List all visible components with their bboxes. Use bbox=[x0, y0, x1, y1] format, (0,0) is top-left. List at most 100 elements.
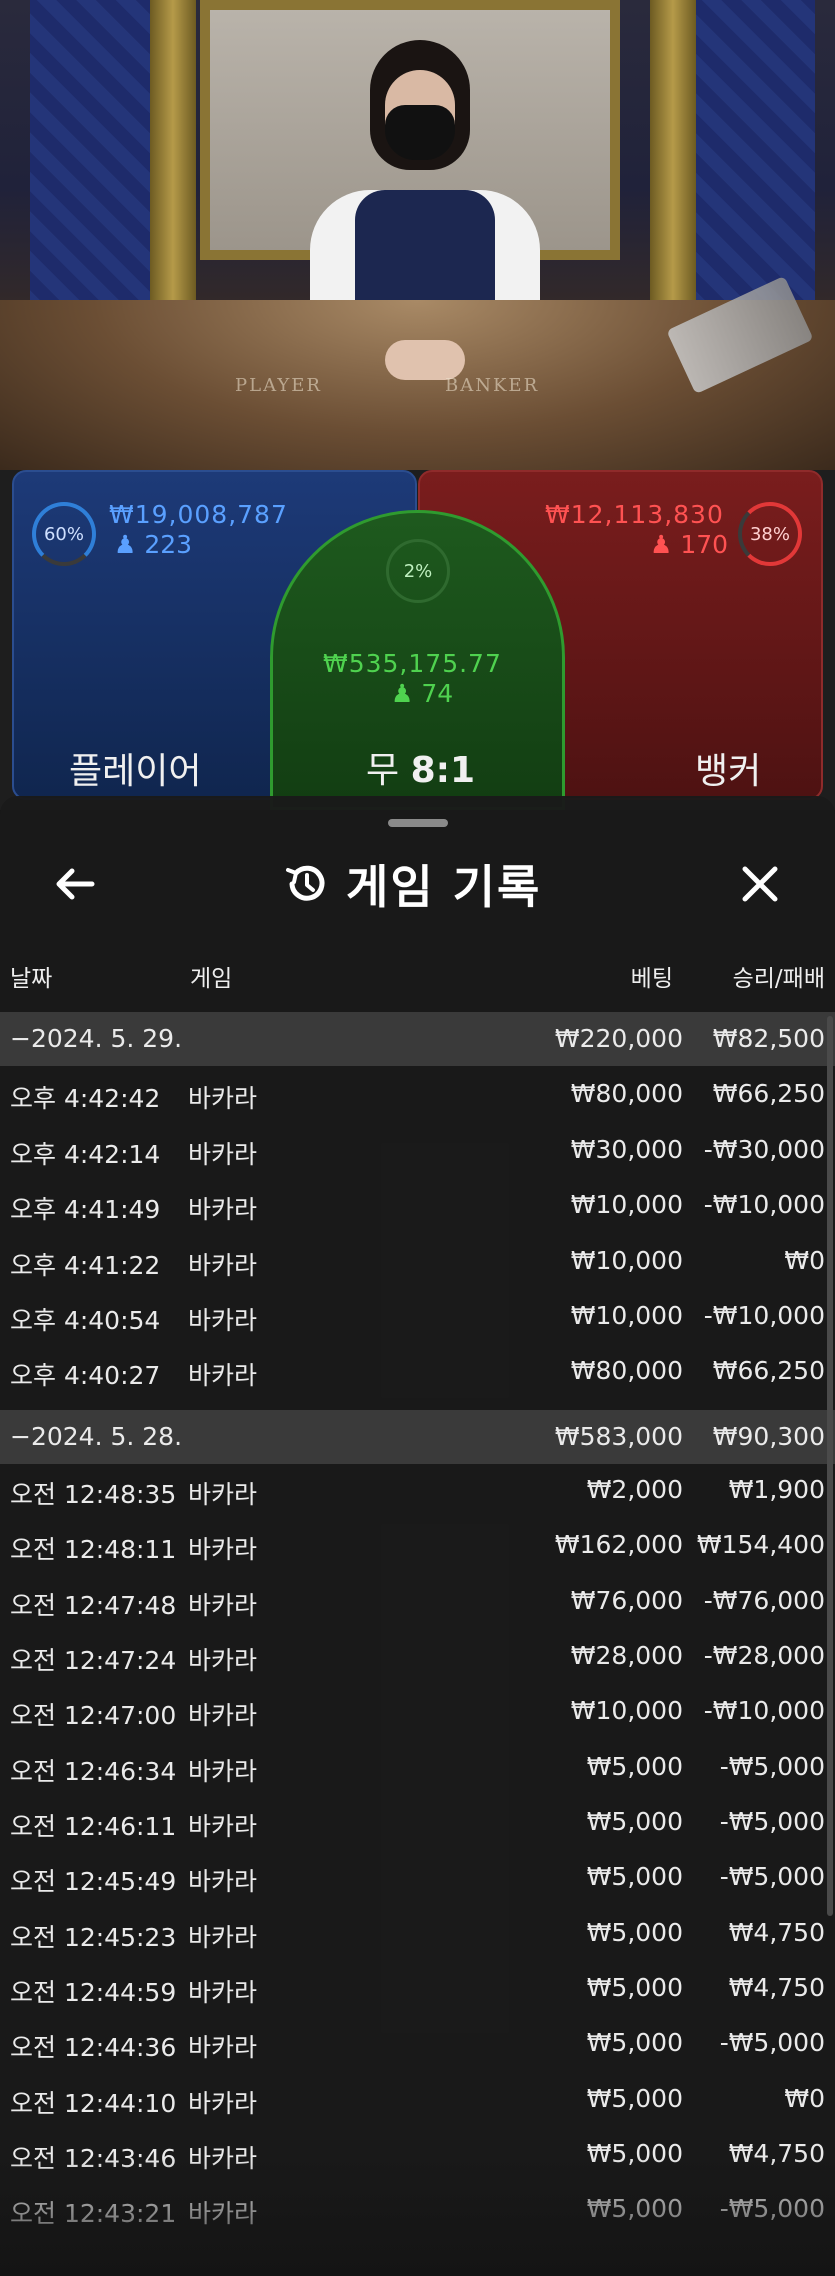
row-bet: ₩80,000 bbox=[570, 1356, 683, 1385]
player-count-value: 223 bbox=[144, 530, 193, 559]
row-winloss: -₩5,000 bbox=[719, 2028, 825, 2057]
tie-payout: 8:1 bbox=[410, 750, 476, 791]
row-bet: ₩80,000 bbox=[570, 1079, 683, 1108]
row-bet: ₩30,000 bbox=[570, 1135, 683, 1164]
table-row[interactable]: 오전 12:47:24 바카라 ₩28,000 -₩28,000 bbox=[0, 1629, 835, 1683]
bet-spot-tie[interactable]: 2% ₩535,175.77 ♟ 74 무 8:1 bbox=[270, 510, 565, 810]
row-time: 오전 12:44:36 bbox=[10, 2033, 177, 2062]
table-row[interactable]: 오후 4:42:42 바카라 ₩80,000 ₩66,250 bbox=[0, 1067, 835, 1121]
row-time: 오전 12:46:34 bbox=[10, 1757, 177, 1786]
tie-count-value: 74 bbox=[421, 679, 454, 708]
banker-bet-amount: ₩12,113,830 bbox=[545, 500, 724, 529]
table-row[interactable]: 오전 12:48:35 바카라 ₩2,000 ₩1,900 bbox=[0, 1463, 835, 1517]
row-game: 바카라 bbox=[188, 1535, 258, 1564]
user-icon: ♟ bbox=[650, 530, 673, 559]
row-game: 바카라 bbox=[188, 1701, 258, 1730]
row-winloss: -₩10,000 bbox=[703, 1696, 825, 1725]
player-percent: 60% bbox=[43, 523, 84, 545]
column-date: 날짜 bbox=[10, 966, 53, 992]
row-bet: ₩10,000 bbox=[570, 1696, 683, 1725]
game-history-sheet: 게임 기록 날짜 게임 베팅 승리/패배 −2024. 5. 29. ₩220,0… bbox=[0, 796, 835, 2276]
tie-percent-ring: 2% bbox=[386, 539, 450, 603]
row-game: 바카라 bbox=[188, 1812, 258, 1841]
row-bet: ₩10,000 bbox=[570, 1301, 683, 1330]
table-row[interactable]: 오후 4:41:22 바카라 ₩10,000 ₩0 bbox=[0, 1234, 835, 1288]
row-bet: ₩5,000 bbox=[586, 2084, 683, 2113]
back-button[interactable] bbox=[50, 859, 100, 909]
row-winloss: -₩30,000 bbox=[703, 1135, 825, 1164]
table-label-player: PLAYER bbox=[235, 375, 322, 396]
date-group-row[interactable]: −2024. 5. 29. ₩220,000 ₩82,500 bbox=[0, 1012, 835, 1066]
row-game: 바카라 bbox=[188, 1591, 258, 1620]
row-game: 바카라 bbox=[188, 1978, 258, 2007]
row-winloss: ₩66,250 bbox=[712, 1356, 825, 1385]
row-game: 바카라 bbox=[188, 1084, 258, 1113]
row-time: 오전 12:44:10 bbox=[10, 2089, 177, 2118]
row-time: 오후 4:40:54 bbox=[10, 1306, 161, 1335]
row-time: −2024. 5. 28. bbox=[10, 1422, 183, 1451]
row-bet: ₩5,000 bbox=[586, 1973, 683, 2002]
row-time: 오전 12:47:24 bbox=[10, 1646, 177, 1675]
table-row[interactable]: 오후 4:41:49 바카라 ₩10,000 -₩10,000 bbox=[0, 1178, 835, 1232]
sheet-drag-handle[interactable] bbox=[388, 819, 448, 827]
row-bet: ₩5,000 bbox=[586, 2028, 683, 2057]
banker-bettor-count: ♟ 170 bbox=[650, 530, 728, 559]
date-group-row[interactable]: −2024. 5. 28. ₩583,000 ₩90,300 bbox=[0, 1410, 835, 1464]
row-bet: ₩220,000 bbox=[554, 1024, 683, 1053]
table-row[interactable]: 오전 12:47:00 바카라 ₩10,000 -₩10,000 bbox=[0, 1684, 835, 1738]
table-row[interactable]: 오후 4:42:14 바카라 ₩30,000 -₩30,000 bbox=[0, 1123, 835, 1177]
player-bet-amount: ₩19,008,787 bbox=[109, 500, 288, 529]
tie-label-text: 무 bbox=[366, 750, 400, 791]
table-row[interactable]: 오전 12:44:10 바카라 ₩5,000 ₩0 bbox=[0, 2072, 835, 2126]
table-header: 날짜 게임 베팅 승리/패배 bbox=[0, 959, 835, 995]
table-row[interactable]: 오전 12:45:23 바카라 ₩5,000 ₩4,750 bbox=[0, 1906, 835, 1960]
studio-pillar-left bbox=[150, 0, 196, 300]
row-game: 바카라 bbox=[188, 1480, 258, 1509]
row-winloss: ₩154,400 bbox=[696, 1530, 825, 1559]
row-winloss: ₩90,300 bbox=[712, 1422, 825, 1451]
row-game: 바카라 bbox=[188, 1757, 258, 1786]
betting-area: 60% ₩19,008,787 ♟ 223 플레이어 ₩12,113,830 ♟… bbox=[0, 470, 835, 810]
table-row[interactable]: 오전 12:44:59 바카라 ₩5,000 ₩4,750 bbox=[0, 1961, 835, 2015]
table-row[interactable]: 오전 12:46:11 바카라 ₩5,000 -₩5,000 bbox=[0, 1795, 835, 1849]
row-game: 바카라 bbox=[188, 1251, 258, 1280]
user-icon: ♟ bbox=[114, 530, 137, 559]
user-icon: ♟ bbox=[391, 679, 414, 708]
row-game: 바카라 bbox=[188, 1361, 258, 1390]
row-winloss: ₩4,750 bbox=[728, 1918, 825, 1947]
dealer-mask bbox=[385, 105, 455, 160]
row-winloss: ₩0 bbox=[784, 1246, 825, 1275]
row-time: 오전 12:48:35 bbox=[10, 1480, 177, 1509]
row-time: 오후 4:41:22 bbox=[10, 1251, 161, 1280]
table-row[interactable]: 오후 4:40:54 바카라 ₩10,000 -₩10,000 bbox=[0, 1289, 835, 1343]
banker-count-value: 170 bbox=[680, 530, 729, 559]
table-row[interactable]: 오후 4:40:27 바카라 ₩80,000 ₩66,250 bbox=[0, 1344, 835, 1398]
close-icon bbox=[742, 866, 778, 902]
player-percent-ring: 60% bbox=[32, 502, 96, 566]
row-time: 오전 12:45:23 bbox=[10, 1923, 177, 1952]
row-winloss: ₩1,900 bbox=[728, 1475, 825, 1504]
column-game: 게임 bbox=[190, 966, 233, 992]
row-winloss: -₩5,000 bbox=[719, 1807, 825, 1836]
row-time: −2024. 5. 29. bbox=[10, 1024, 183, 1053]
row-bet: ₩76,000 bbox=[570, 1586, 683, 1615]
table-row[interactable]: 오전 12:45:49 바카라 ₩5,000 -₩5,000 bbox=[0, 1850, 835, 1904]
row-winloss: ₩4,750 bbox=[728, 1973, 825, 2002]
close-button[interactable] bbox=[735, 859, 785, 909]
row-game: 바카라 bbox=[188, 2089, 258, 2118]
table-row[interactable]: 오전 12:44:36 바카라 ₩5,000 -₩5,000 bbox=[0, 2016, 835, 2070]
player-label: 플레이어 bbox=[69, 751, 202, 792]
studio-wall-right bbox=[695, 0, 815, 330]
table-row[interactable]: 오전 12:48:11 바카라 ₩162,000 ₩154,400 bbox=[0, 1518, 835, 1572]
player-bettor-count: ♟ 223 bbox=[114, 530, 192, 559]
row-bet: ₩583,000 bbox=[554, 1422, 683, 1451]
dealer-hands bbox=[385, 340, 465, 380]
row-bet: ₩5,000 bbox=[586, 1752, 683, 1781]
history-icon bbox=[286, 865, 325, 901]
table-row[interactable]: 오전 12:47:48 바카라 ₩76,000 -₩76,000 bbox=[0, 1574, 835, 1628]
table-row[interactable]: 오전 12:46:34 바카라 ₩5,000 -₩5,000 bbox=[0, 1740, 835, 1794]
scrollbar[interactable] bbox=[827, 1016, 833, 1916]
tie-bettor-count: ♟ 74 bbox=[391, 679, 453, 708]
live-video-feed: PLAYER BANKER bbox=[0, 0, 835, 470]
row-game: 바카라 bbox=[188, 1195, 258, 1224]
